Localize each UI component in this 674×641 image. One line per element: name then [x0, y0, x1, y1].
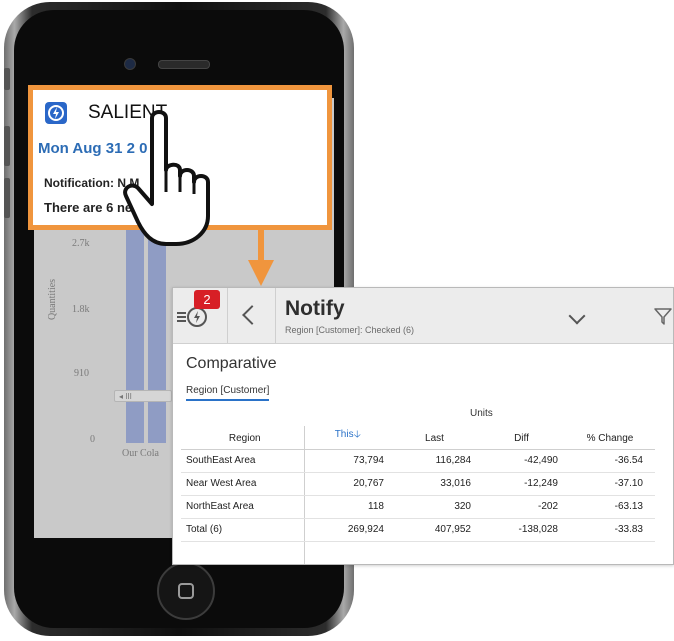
- x-category-label: Our Cola: [122, 448, 159, 459]
- hand-pointer-icon: [123, 110, 210, 246]
- home-button-icon: [178, 583, 194, 599]
- comparison-table: Region This🡣 Last Diff % Change SouthEas…: [181, 426, 655, 564]
- home-button[interactable]: [157, 562, 215, 620]
- cell-pct-change: -33.83: [565, 518, 655, 542]
- cell-this: 20,767: [304, 472, 391, 496]
- table-row[interactable]: SouthEast Area 73,794 116,284 -42,490 -3…: [181, 449, 655, 473]
- cell-region: NorthEast Area: [181, 495, 305, 519]
- y-axis-label: Quantities: [47, 278, 59, 321]
- app-brand-icon: [187, 307, 207, 327]
- cell-empty: [565, 541, 655, 564]
- cell-pct-change: -37.10: [565, 472, 655, 496]
- column-header-diff[interactable]: Diff: [478, 426, 565, 450]
- table-row[interactable]: NorthEast Area 118 320 -202 -63.13: [181, 495, 655, 519]
- cell-last: 320: [391, 495, 478, 519]
- phone-side-button: [4, 126, 10, 166]
- filter-icon[interactable]: [653, 306, 673, 326]
- cell-region: SouthEast Area: [181, 449, 305, 473]
- units-label: Units: [470, 408, 493, 419]
- column-header-this-label: This: [334, 428, 354, 440]
- table-row[interactable]: Near West Area 20,767 33,016 -12,249 -37…: [181, 472, 655, 496]
- cell-diff: -202: [478, 495, 565, 519]
- cell-diff: -12,249: [478, 472, 565, 496]
- cell-diff: -138,028: [478, 518, 565, 542]
- cell-region: Near West Area: [181, 472, 305, 496]
- chart-bar: [148, 228, 166, 443]
- salient-logo-icon: [45, 102, 67, 124]
- notification-badge: 2: [194, 290, 220, 309]
- phone-speaker: [158, 60, 210, 69]
- table-total-row[interactable]: Total (6) 269,924 407,952 -138,028 -33.8…: [181, 518, 655, 542]
- cell-this: 118: [304, 495, 391, 519]
- phone-side-button: [4, 68, 10, 90]
- hamburger-menu-icon: [177, 312, 186, 324]
- cell-empty: [478, 541, 565, 564]
- tab-region-customer[interactable]: Region [Customer]: [186, 385, 270, 401]
- table-header-row: Region This🡣 Last Diff % Change: [181, 426, 655, 450]
- cell-empty: [391, 541, 478, 564]
- connector-arrow-icon: [248, 228, 274, 286]
- column-header-this[interactable]: This🡣: [304, 426, 391, 450]
- legend-swatch: [152, 412, 162, 422]
- section-title: Comparative: [186, 355, 277, 372]
- cell-last: 33,016: [391, 472, 478, 496]
- sort-down-arrow-icon: 🡣: [353, 428, 361, 440]
- cell-diff: -42,490: [478, 449, 565, 473]
- back-chevron-icon: [242, 305, 262, 325]
- dropdown-chevron-icon[interactable]: [568, 307, 586, 325]
- panel-title: Notify: [285, 297, 345, 320]
- menu-button[interactable]: 2: [173, 288, 228, 343]
- phone-camera: [124, 58, 136, 70]
- chart-scrollbar[interactable]: ◂ III: [114, 390, 172, 402]
- table-empty-row: [181, 541, 655, 564]
- cell-last: 407,952: [391, 518, 478, 542]
- cell-pct-change: -36.54: [565, 449, 655, 473]
- cell-last: 116,284: [391, 449, 478, 473]
- cell-this: 73,794: [304, 449, 391, 473]
- cell-empty: [304, 541, 391, 564]
- y-tick-label: 2.7k: [72, 238, 90, 249]
- panel-header: 2 Notify Region [Customer]: Checked (6): [173, 288, 673, 344]
- column-header-last[interactable]: Last: [391, 426, 478, 450]
- y-tick-label: 1.8k: [72, 304, 90, 315]
- column-header-region[interactable]: Region: [181, 426, 305, 450]
- phone-side-button: [4, 178, 10, 218]
- cell-region: Total (6): [181, 518, 305, 542]
- cell-empty: [181, 541, 305, 564]
- cell-this: 269,924: [304, 518, 391, 542]
- cell-pct-change: -63.13: [565, 495, 655, 519]
- y-tick-label: 910: [74, 368, 89, 379]
- back-button[interactable]: [227, 288, 276, 343]
- column-header-pct-change[interactable]: % Change: [565, 426, 655, 450]
- panel-subtitle: Region [Customer]: Checked (6): [285, 325, 415, 335]
- notify-panel: 2 Notify Region [Customer]: Checked (6) …: [172, 287, 674, 565]
- y-tick-label: 0: [90, 434, 95, 445]
